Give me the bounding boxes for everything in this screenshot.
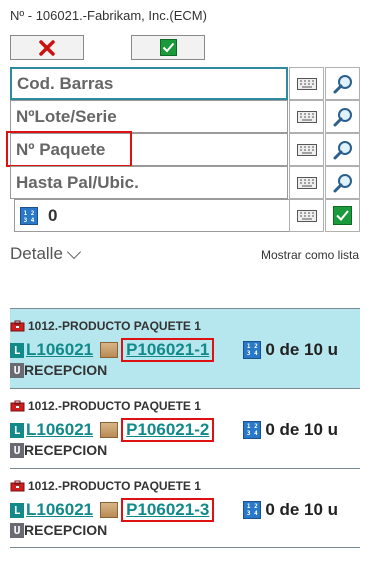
- keyboard-button-location[interactable]: [289, 166, 324, 199]
- keyboard-icon: [296, 143, 317, 156]
- to-pallet-location-field[interactable]: Hasta Pal/Ubic.: [10, 166, 288, 199]
- product-name: 1012.-PRODUCTO PAQUETE 1: [28, 479, 201, 493]
- magnifier-icon: [333, 74, 352, 93]
- toolbox-icon: [10, 480, 25, 492]
- svg-text:3 4: 3 4: [24, 217, 35, 224]
- location-text: RECEPCION: [24, 362, 108, 378]
- lot-badge: L: [10, 342, 24, 358]
- check-icon: [333, 206, 352, 225]
- lot-link[interactable]: L106021: [26, 420, 93, 440]
- keyboard-button-package[interactable]: [289, 133, 324, 166]
- search-button-package[interactable]: [325, 133, 360, 166]
- quantity-field[interactable]: 1 2 3 4 0: [14, 199, 292, 232]
- confirm-quantity-button[interactable]: [325, 199, 360, 232]
- keyboard-icon: [296, 77, 317, 90]
- location-badge: U: [10, 522, 24, 538]
- quantity-text: 0 de 10 u: [265, 340, 339, 359]
- location-text: RECEPCION: [24, 522, 108, 538]
- quantity-icon: 1 23 4: [243, 501, 262, 519]
- chevron-down-icon: [66, 244, 81, 260]
- lot-link[interactable]: L106021: [26, 340, 93, 360]
- box-icon: [100, 342, 119, 358]
- package-link[interactable]: P106021-2: [121, 418, 215, 442]
- keyboard-button-barcode[interactable]: [289, 67, 324, 100]
- lot-serial-field[interactable]: NºLote/Serie: [10, 100, 288, 133]
- cancel-x-icon: [39, 39, 55, 56]
- package-label-highlight: [6, 131, 132, 167]
- keyboard-icon: [296, 176, 317, 189]
- product-name: 1012.-PRODUCTO PAQUETE 1: [28, 399, 201, 413]
- box-icon: [100, 502, 119, 518]
- show-as-list-link[interactable]: Mostrar como lista: [261, 248, 359, 262]
- magnifier-icon: [333, 173, 352, 192]
- search-button-location[interactable]: [325, 166, 360, 199]
- quantity-icon: 1 23 4: [243, 341, 262, 359]
- package-link[interactable]: P106021-3: [121, 498, 215, 522]
- toolbox-icon: [10, 400, 25, 412]
- quantity-icon: 1 2 3 4: [20, 206, 38, 225]
- magnifier-icon: [333, 140, 352, 159]
- lot-link[interactable]: L106021: [26, 500, 93, 520]
- lot-badge: L: [10, 422, 24, 438]
- keyboard-button-quantity[interactable]: [289, 199, 324, 232]
- package-link[interactable]: P106021-1: [121, 338, 215, 362]
- window-title: Nº - 106021.-Fabrikam, Inc.(ECM): [10, 8, 207, 23]
- location-badge: U: [10, 362, 24, 378]
- location-text: RECEPCION: [24, 442, 108, 458]
- keyboard-icon: [296, 209, 317, 222]
- magnifier-icon: [333, 107, 352, 126]
- search-button-lot[interactable]: [325, 100, 360, 133]
- search-button-barcode[interactable]: [325, 67, 360, 100]
- box-icon: [100, 422, 119, 438]
- location-badge: U: [10, 442, 24, 458]
- cancel-button[interactable]: [10, 35, 84, 60]
- product-name: 1012.-PRODUCTO PAQUETE 1: [28, 319, 201, 333]
- quantity-text: 0 de 10 u: [265, 420, 339, 439]
- keyboard-button-lot[interactable]: [289, 100, 324, 133]
- svg-text:1 2: 1 2: [24, 210, 35, 217]
- confirm-button[interactable]: [131, 35, 205, 60]
- detail-toggle[interactable]: Detalle: [10, 244, 81, 264]
- quantity-text: 0 de 10 u: [265, 500, 339, 519]
- confirm-check-icon: [159, 39, 177, 56]
- keyboard-icon: [296, 110, 317, 123]
- list-item[interactable]: 1012.-PRODUCTO PAQUETE 1 L L106021 P1060…: [10, 468, 360, 548]
- toolbox-icon: [10, 320, 25, 332]
- list-item[interactable]: 1012.-PRODUCTO PAQUETE 1 L L106021 P1060…: [10, 308, 360, 388]
- lot-badge: L: [10, 502, 24, 518]
- barcode-field[interactable]: Cod. Barras: [10, 67, 288, 100]
- list-item[interactable]: 1012.-PRODUCTO PAQUETE 1 L L106021 P1060…: [10, 388, 360, 468]
- quantity-icon: 1 23 4: [243, 421, 262, 439]
